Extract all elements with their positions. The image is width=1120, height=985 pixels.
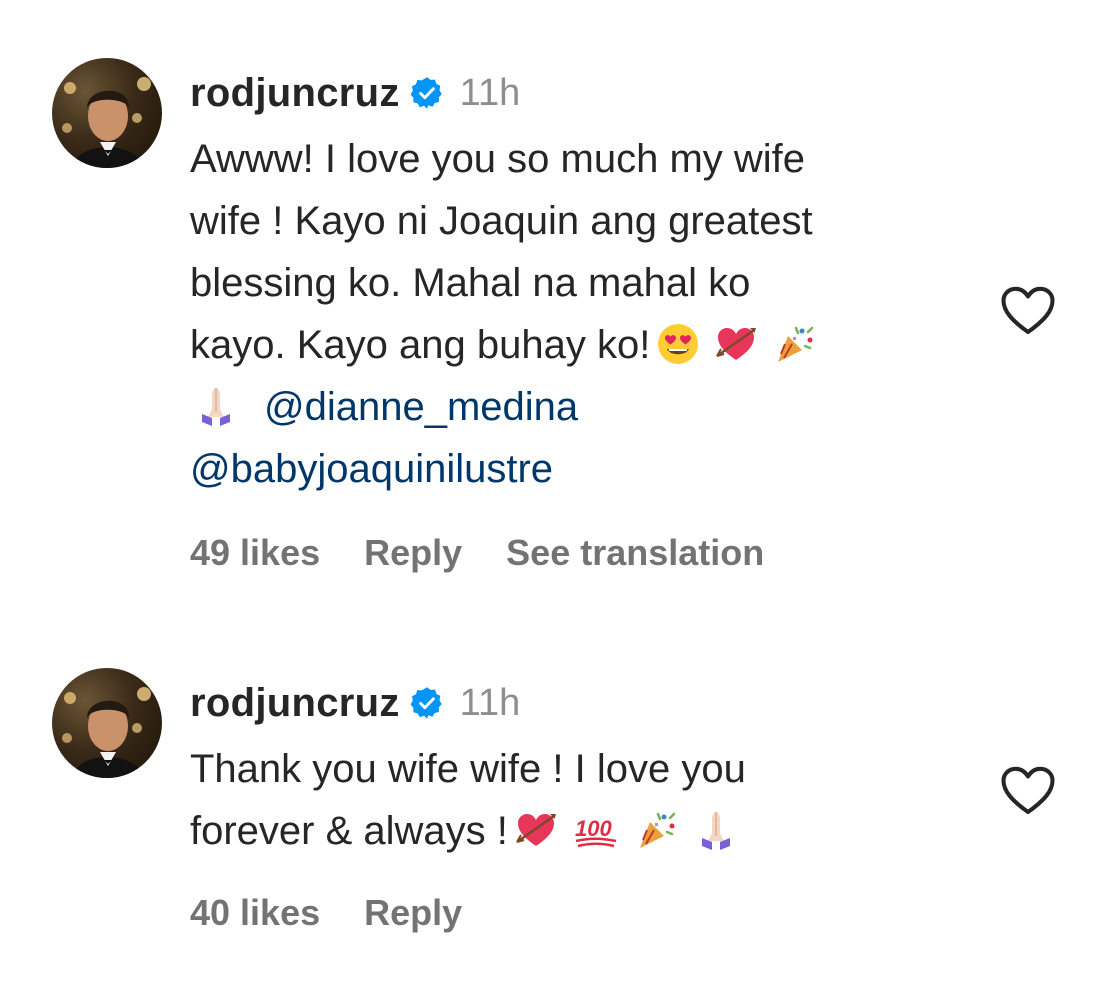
praying-hands-emoji-icon [694,808,738,852]
reply-button[interactable]: Reply [364,532,462,574]
comment-header: rodjuncruz 11h [190,68,520,118]
comment-line: blessing ko. Mahal na mahal ko [190,261,751,305]
verified-badge-icon [410,686,444,720]
heart-arrow-emoji-icon [514,808,558,852]
comment-line: kayo. Kayo ang buhay ko! [190,323,651,367]
timestamp[interactable]: 11h [460,682,521,725]
comment-line-with-emojis: forever & always ! [190,800,970,862]
hundred-points-emoji-icon [574,808,618,852]
heart-outline-icon[interactable] [1000,765,1056,817]
comment-line: wife ! Kayo ni Joaquin ang greatest [190,199,813,243]
comment-line-with-emojis: kayo. Kayo ang buhay ko! [190,314,970,376]
mention-link[interactable]: @babyjoaquinilustre [190,447,553,491]
comment-line: Thank you wife wife ! I love you [190,747,746,791]
comment-text: Thank you wife wife ! I love you forever… [190,738,970,862]
comment-text: Awww! I love you so much my wife wife ! … [190,128,970,500]
likes-count[interactable]: 40 likes [190,892,320,934]
comment-line: forever & always ! [190,809,508,853]
username[interactable]: rodjuncruz [190,681,400,726]
party-popper-emoji-icon [772,322,816,366]
comment-actions: 40 likes Reply [190,892,462,934]
avatar[interactable] [52,58,162,168]
comment-line-with-mention: @babyjoaquinilustre [190,438,970,500]
comment-line: Awww! I love you so much my wife [190,137,806,181]
heart-eyes-emoji-icon [656,322,700,366]
comment-header: rodjuncruz 11h [190,678,520,728]
likes-count[interactable]: 49 likes [190,532,320,574]
reply-button[interactable]: Reply [364,892,462,934]
timestamp[interactable]: 11h [460,72,521,115]
verified-badge-icon [410,76,444,110]
praying-hands-emoji-icon [194,384,238,428]
mention-link[interactable]: @dianne_medina [264,385,578,429]
see-translation-button[interactable]: See translation [506,532,764,574]
heart-outline-icon[interactable] [1000,285,1056,337]
comment-line-with-mention: @dianne_medina [190,376,970,438]
username[interactable]: rodjuncruz [190,71,400,116]
comment-actions: 49 likes Reply See translation [190,532,764,574]
heart-arrow-emoji-icon [714,322,758,366]
party-popper-emoji-icon [634,808,678,852]
avatar[interactable] [52,668,162,778]
